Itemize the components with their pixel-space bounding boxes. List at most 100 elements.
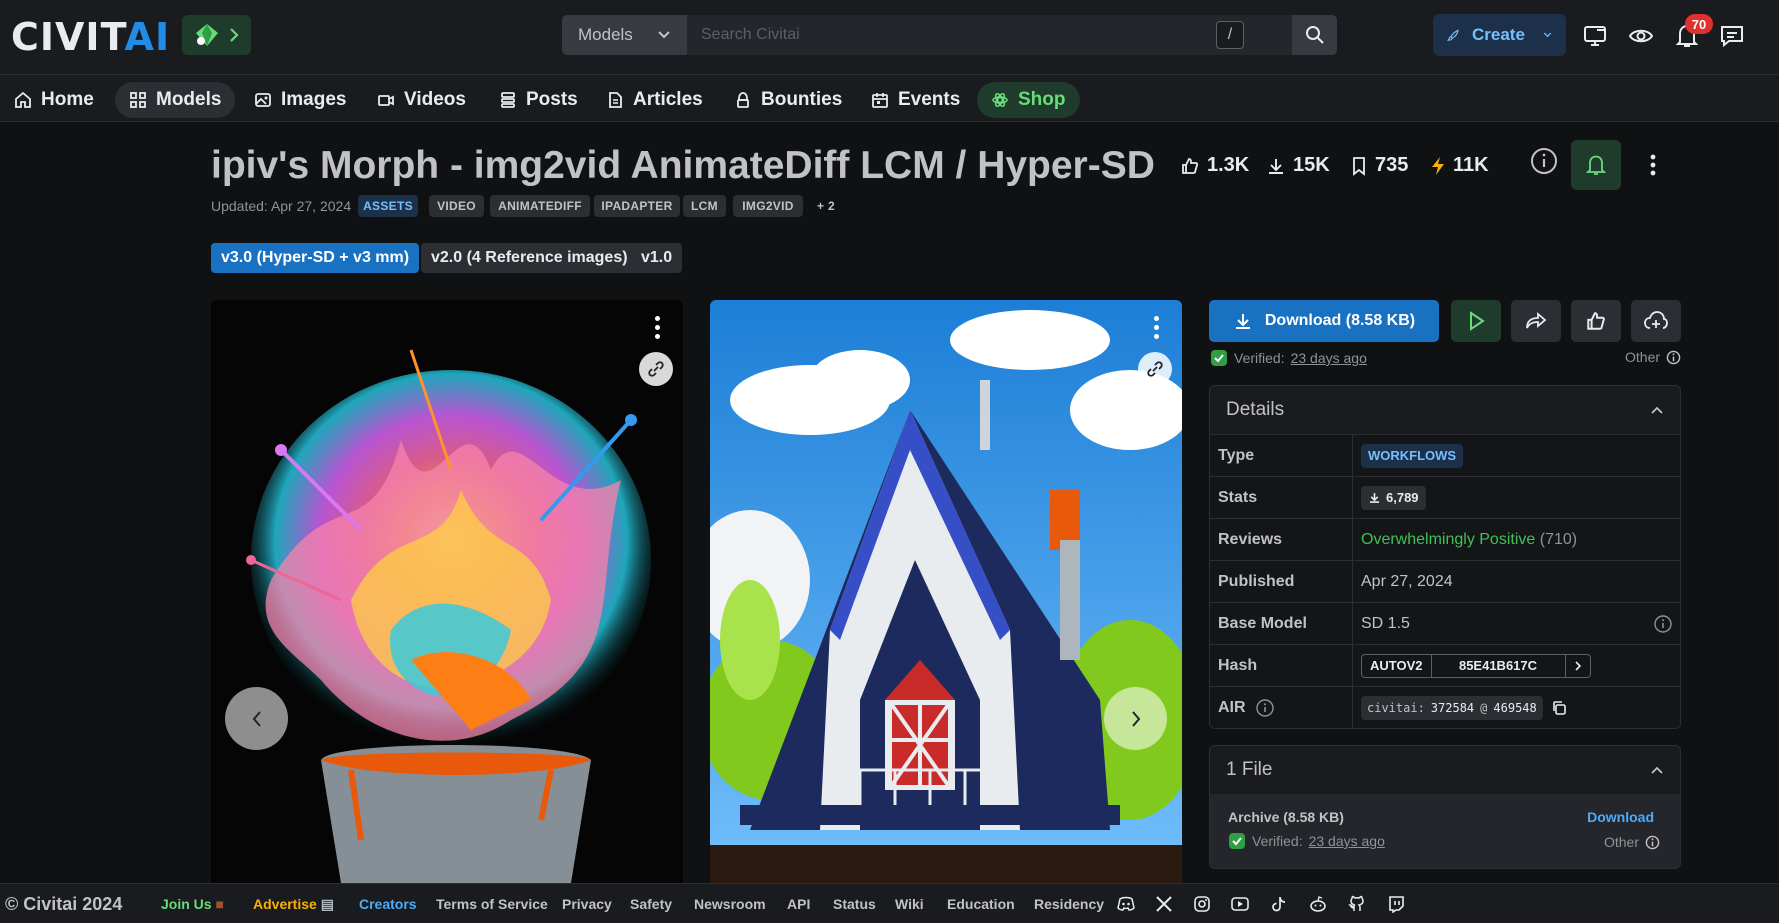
tag-ipadapter[interactable]: IPADAPTER xyxy=(594,195,680,217)
hash-selector[interactable]: AUTOV2 85E41B617C xyxy=(1361,653,1591,678)
info-icon[interactable] xyxy=(1645,835,1660,850)
screen-share-icon[interactable] xyxy=(1582,22,1610,50)
chevron-right-icon xyxy=(229,28,239,42)
gallery-image-house[interactable] xyxy=(710,300,1182,883)
likes-stat[interactable]: 1.3K xyxy=(1180,154,1249,177)
footer-join-us[interactable]: Join Us ■ xyxy=(161,896,224,912)
verified-date-link[interactable]: 23 days ago xyxy=(1291,350,1367,366)
video-icon xyxy=(378,95,394,106)
file-license-other: Other xyxy=(1604,834,1660,850)
version-tab-v2[interactable]: v2.0 (4 Reference images) xyxy=(421,243,638,273)
nav-events[interactable]: Events xyxy=(857,82,974,118)
footer-newsroom[interactable]: Newsroom xyxy=(694,896,766,912)
notify-button[interactable] xyxy=(1571,140,1621,190)
files-header[interactable]: 1 File xyxy=(1210,746,1680,794)
footer-creators[interactable]: Creators xyxy=(359,896,417,912)
details-header[interactable]: Details xyxy=(1210,386,1680,434)
search-bar: Models / xyxy=(562,15,1337,55)
footer-wiki[interactable]: Wiki xyxy=(895,896,924,912)
info-button[interactable] xyxy=(1518,135,1570,187)
chevron-right-icon[interactable] xyxy=(1566,655,1590,677)
share-icon xyxy=(1526,312,1547,329)
tag-img2vid[interactable]: IMG2VID xyxy=(733,195,803,217)
info-icon[interactable] xyxy=(1255,698,1274,717)
info-icon[interactable] xyxy=(1666,350,1681,365)
nav-models[interactable]: Models xyxy=(115,82,236,118)
reddit-icon[interactable] xyxy=(1309,895,1327,913)
tiktok-icon[interactable] xyxy=(1270,895,1288,913)
like-button[interactable] xyxy=(1571,300,1621,342)
copy-icon[interactable] xyxy=(1551,700,1567,716)
instagram-icon[interactable] xyxy=(1193,895,1211,913)
nav-shop[interactable]: Shop xyxy=(977,82,1080,118)
share-button[interactable] xyxy=(1511,300,1561,342)
image-menu-button[interactable] xyxy=(1141,312,1171,342)
downloads-stat: 15K xyxy=(1266,154,1330,177)
image-menu-button[interactable] xyxy=(642,312,672,342)
file-verified-date-link[interactable]: 23 days ago xyxy=(1309,833,1385,849)
air-identifier[interactable]: civitai: 372584 @ 469548 xyxy=(1361,695,1543,720)
home-icon xyxy=(15,91,31,108)
nav-articles[interactable]: Articles xyxy=(592,82,717,118)
tag-video[interactable]: VIDEO xyxy=(429,195,484,217)
footer-privacy[interactable]: Privacy xyxy=(562,896,612,912)
file-download-link[interactable]: Download xyxy=(1587,809,1654,825)
run-button[interactable] xyxy=(1451,300,1501,342)
footer-advertise[interactable]: Advertise ▤ xyxy=(253,896,334,913)
tag-more[interactable]: + 2 xyxy=(806,195,846,217)
bookmarks-stat[interactable]: 735 xyxy=(1350,154,1408,177)
nav-images[interactable]: Images xyxy=(240,82,360,118)
shop-icon xyxy=(992,93,1008,107)
download-icon xyxy=(1269,158,1283,174)
files-panel: 1 File Archive (8.58 KB) Download Verifi… xyxy=(1209,745,1681,869)
footer-terms[interactable]: Terms of Service xyxy=(436,896,548,912)
create-button[interactable]: Create xyxy=(1433,14,1566,56)
footer-residency[interactable]: Residency xyxy=(1034,896,1104,912)
detail-row-reviews: Reviews Overwhelmingly Positive (710) xyxy=(1210,518,1680,560)
tag-lcm[interactable]: LCM xyxy=(683,195,726,217)
nav-videos[interactable]: Videos xyxy=(363,82,480,118)
buzz-stat[interactable]: 11K xyxy=(1430,154,1489,177)
x-twitter-icon[interactable] xyxy=(1155,895,1173,913)
gallery-image-paint-splash[interactable] xyxy=(211,300,683,883)
eye-icon[interactable] xyxy=(1627,22,1655,50)
shield-check-icon xyxy=(1229,833,1245,849)
nav-posts[interactable]: Posts xyxy=(485,82,592,118)
civitai-logo[interactable]: CIVITAI xyxy=(11,17,170,57)
search-icon xyxy=(1305,26,1324,44)
reviews-link[interactable]: Overwhelmingly Positive xyxy=(1361,531,1535,549)
search-category-select[interactable]: Models xyxy=(562,15,687,55)
nav-bounties[interactable]: Bounties xyxy=(720,82,856,118)
footer-api[interactable]: API xyxy=(787,896,810,912)
link-icon[interactable] xyxy=(639,352,673,386)
chat-icon[interactable] xyxy=(1718,22,1746,50)
search-button[interactable] xyxy=(1292,15,1337,55)
cloud-save-button[interactable] xyxy=(1631,300,1681,342)
nav-home[interactable]: Home xyxy=(0,82,108,118)
play-icon xyxy=(1470,311,1485,331)
twitch-icon[interactable] xyxy=(1387,895,1405,913)
tag-assets[interactable]: ASSETS xyxy=(358,195,418,217)
carousel-next-button[interactable] xyxy=(1104,687,1167,750)
github-icon[interactable] xyxy=(1348,895,1366,913)
chevron-left-icon xyxy=(252,710,261,727)
more-options-button[interactable] xyxy=(1628,140,1678,190)
youtube-icon[interactable] xyxy=(1231,895,1249,913)
version-tab-v3[interactable]: v3.0 (Hyper-SD + v3 mm) xyxy=(211,243,420,273)
info-icon[interactable] xyxy=(1654,614,1672,633)
footer-education[interactable]: Education xyxy=(947,896,1015,912)
version-tab-v1[interactable]: v1.0 xyxy=(631,243,683,273)
link-icon[interactable] xyxy=(1138,352,1172,386)
tag-animatediff[interactable]: ANIMATEDIFF xyxy=(490,195,590,217)
thumbs-up-icon xyxy=(1587,312,1605,330)
type-badge[interactable]: WORKFLOWS xyxy=(1361,443,1464,468)
footer-status[interactable]: Status xyxy=(833,896,876,912)
footer-safety[interactable]: Safety xyxy=(630,896,672,912)
download-button[interactable]: Download (8.58 KB) xyxy=(1209,300,1439,342)
detail-row-base-model: Base Model SD 1.5 xyxy=(1210,602,1680,644)
discord-icon[interactable] xyxy=(1117,895,1135,913)
app-switcher-button[interactable] xyxy=(182,15,251,55)
carousel-prev-button[interactable] xyxy=(225,687,288,750)
chevron-right-icon xyxy=(1131,710,1140,727)
search-input[interactable] xyxy=(687,15,1292,55)
